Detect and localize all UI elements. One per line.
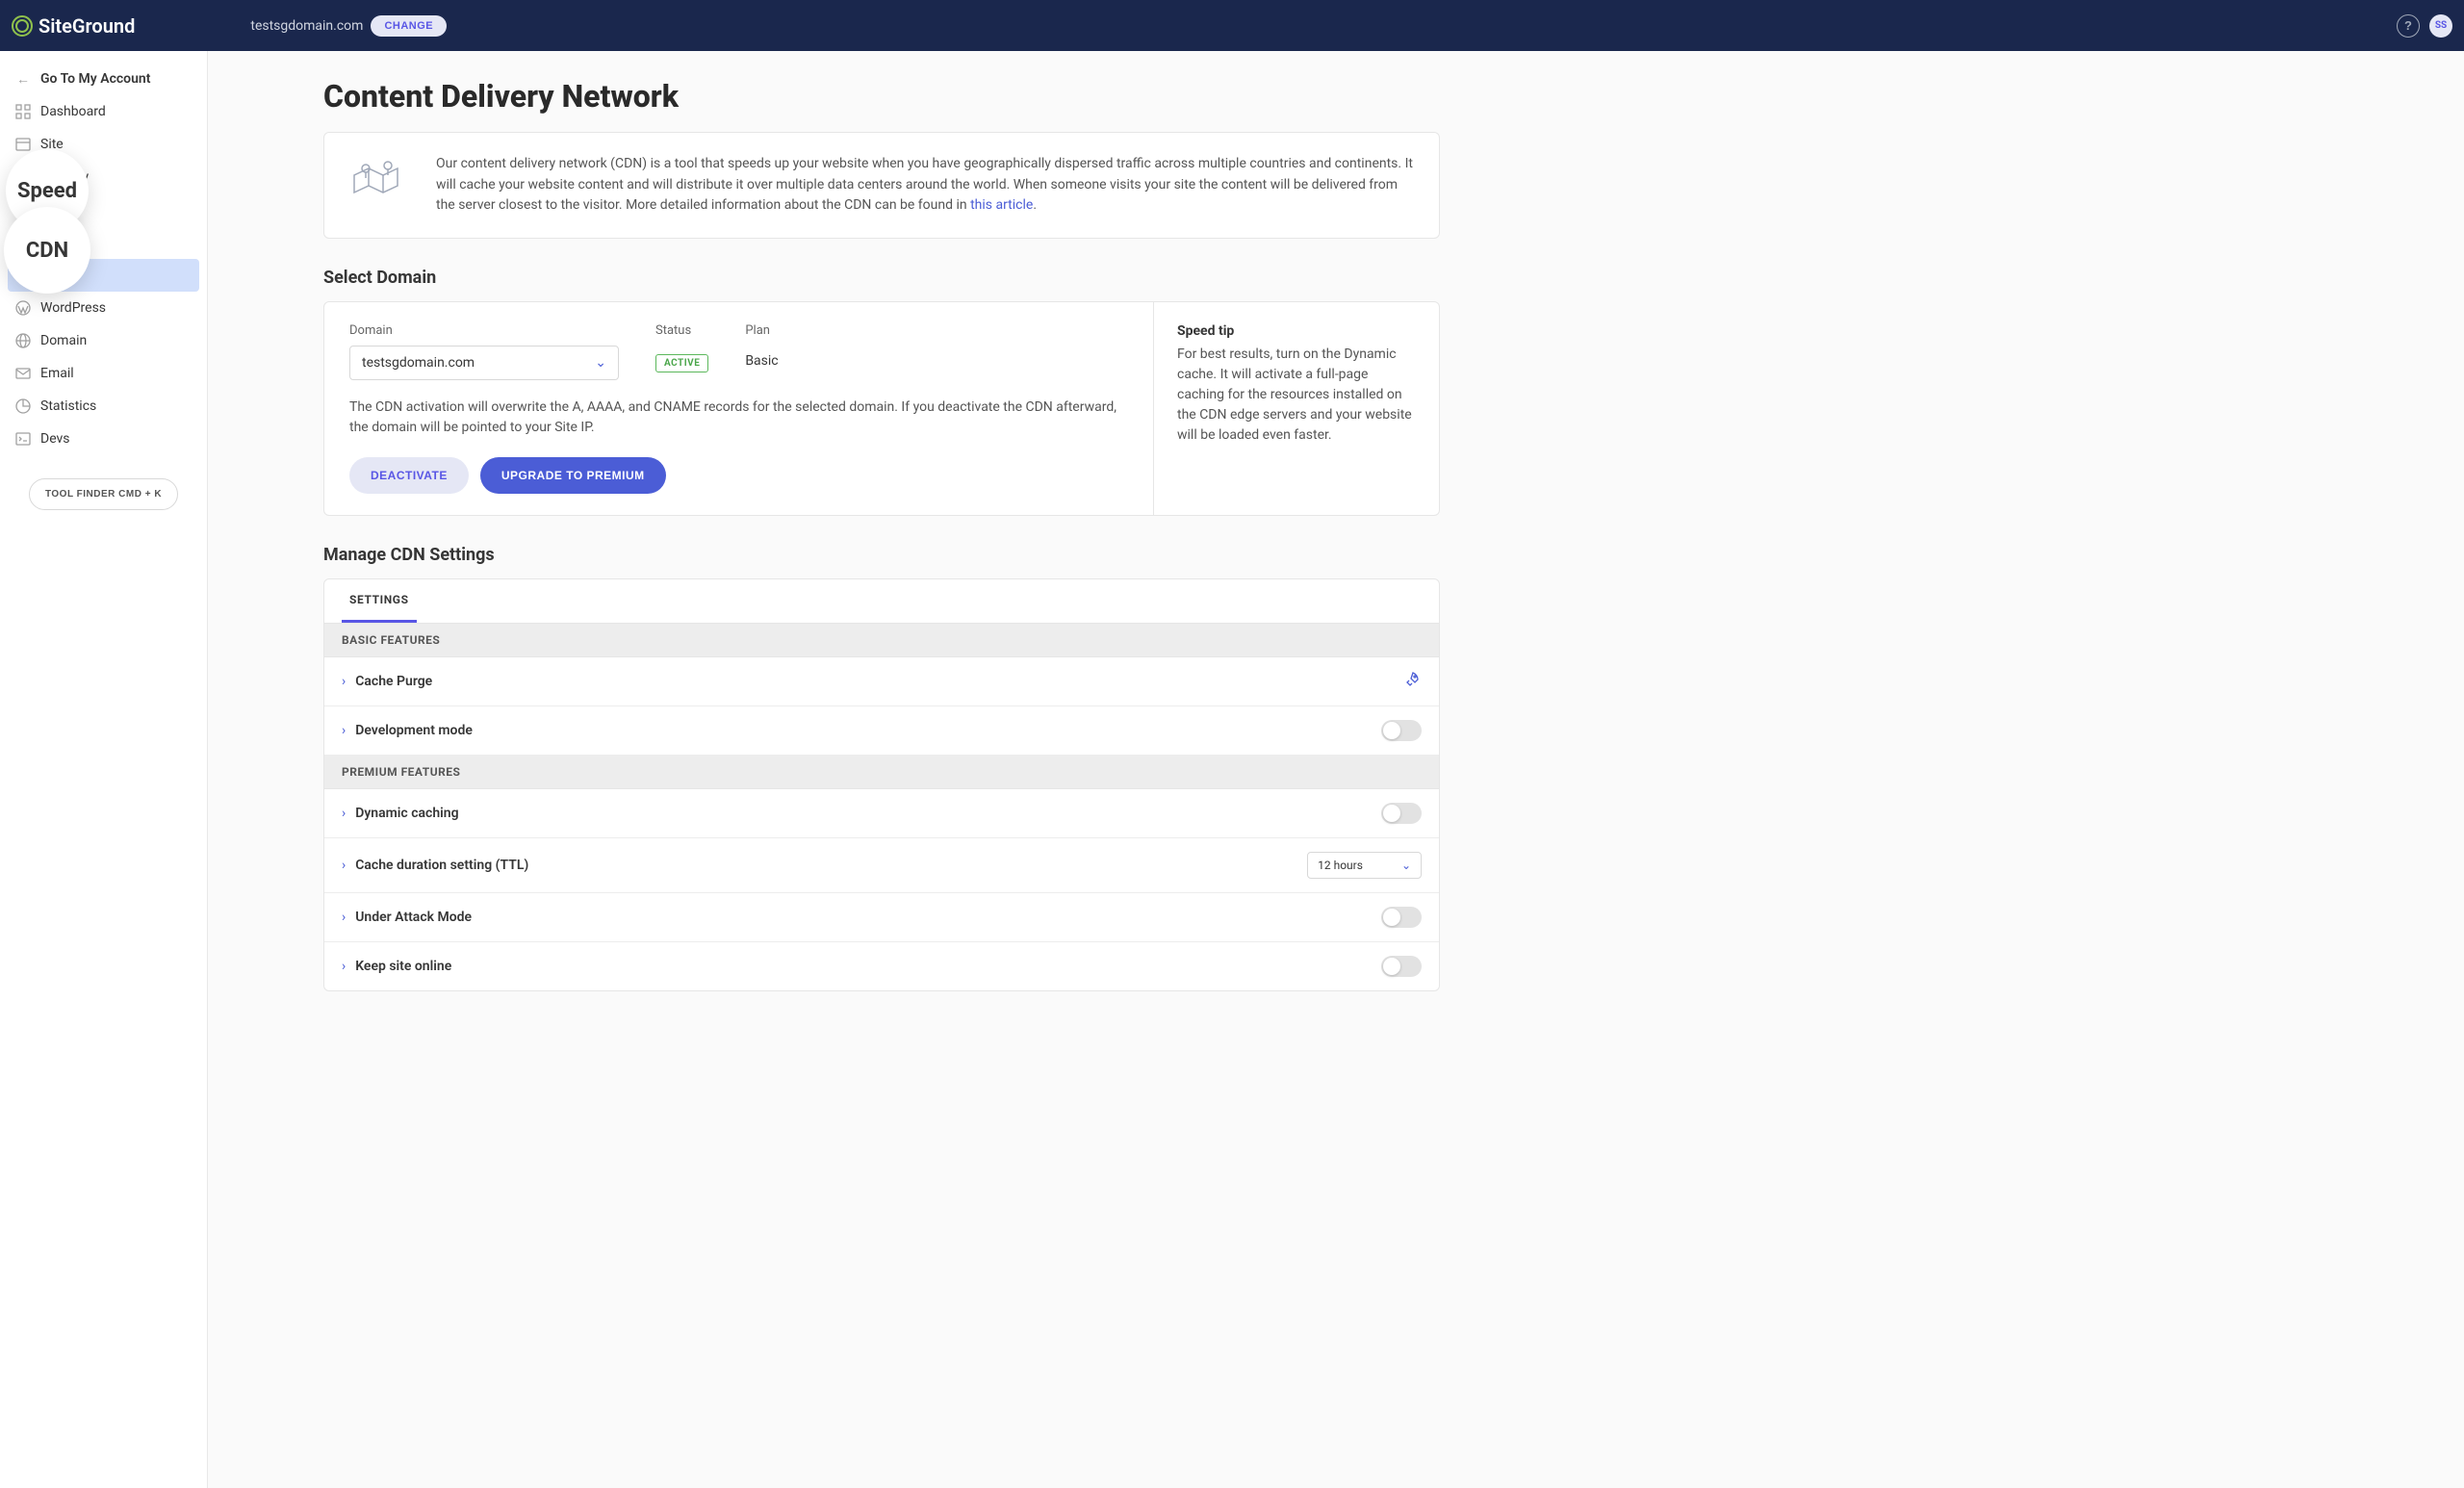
brand-name: SiteGround [38, 14, 135, 38]
sidebar-item-domain[interactable]: Domain [8, 324, 199, 357]
ttl-value: 12 hours [1318, 859, 1363, 872]
tip-text: For best results, turn on the Dynamic ca… [1177, 345, 1416, 446]
mail-icon [15, 366, 31, 381]
tool-finder-button[interactable]: TOOL FINDER CMD + K [29, 478, 178, 510]
activation-note: The CDN activation will overwrite the A,… [349, 398, 1128, 438]
select-domain-title: Select Domain [323, 268, 1440, 288]
sidebar-item-wordpress[interactable]: WordPress [8, 292, 199, 324]
tip-title: Speed tip [1177, 323, 1416, 339]
chevron-right-icon: › [342, 674, 346, 689]
sidebar-item-label: WordPress [40, 300, 106, 316]
chevron-right-icon: › [342, 723, 346, 738]
setting-cache-purge[interactable]: › Cache Purge [324, 657, 1439, 706]
callout-cdn: CDN [4, 207, 90, 294]
setting-keep-online[interactable]: › Keep site online [324, 942, 1439, 990]
chevron-right-icon: › [342, 806, 346, 821]
avatar[interactable]: SS [2429, 14, 2452, 38]
tab-settings[interactable]: SETTINGS [342, 579, 417, 623]
ttl-select[interactable]: 12 hours ⌄ [1307, 852, 1422, 879]
domain-select[interactable]: testsgdomain.com ⌄ [349, 346, 619, 380]
setting-dynamic-caching[interactable]: › Dynamic caching [324, 789, 1439, 838]
change-domain-button[interactable]: CHANGE [371, 15, 447, 37]
setting-ttl[interactable]: › Cache duration setting (TTL) 12 hours … [324, 838, 1439, 893]
intro-link[interactable]: this article [970, 197, 1033, 213]
setting-dev-mode[interactable]: › Development mode [324, 706, 1439, 756]
rocket-icon[interactable] [1404, 671, 1422, 692]
chevron-right-icon: › [342, 910, 346, 925]
sidebar-back[interactable]: ← Go To My Account [8, 63, 199, 95]
sidebar-item-label: Devs [40, 431, 70, 447]
manage-title: Manage CDN Settings [323, 545, 1440, 565]
chevron-down-icon: ⌄ [1401, 859, 1411, 872]
pie-icon [15, 398, 31, 414]
sidebar-item-label: Domain [40, 333, 87, 348]
chevron-down-icon: ⌄ [595, 355, 606, 371]
arrow-left-icon: ← [15, 71, 31, 87]
toggle-dev-mode[interactable] [1381, 720, 1422, 741]
sidebar-item-label: Email [40, 366, 74, 381]
sidebar-back-label: Go To My Account [40, 71, 150, 87]
sidebar-item-devs[interactable]: Devs [8, 423, 199, 455]
sidebar-item-statistics[interactable]: Statistics [8, 390, 199, 423]
domain-label: Domain [349, 323, 619, 338]
setting-under-attack[interactable]: › Under Attack Mode [324, 893, 1439, 942]
page-title: Content Delivery Network [323, 78, 1440, 115]
sidebar-item-label: Statistics [40, 398, 96, 414]
map-icon [349, 154, 407, 202]
plan-value: Basic [745, 346, 778, 369]
toggle-dynamic-caching[interactable] [1381, 803, 1422, 824]
chevron-right-icon: › [342, 959, 346, 974]
toggle-under-attack[interactable] [1381, 907, 1422, 928]
sidebar-item-dashboard[interactable]: Dashboard [8, 95, 199, 128]
premium-features-header: PREMIUM FEATURES [324, 756, 1439, 789]
logo-icon [12, 15, 33, 37]
browser-icon [15, 137, 31, 152]
sidebar-item-email[interactable]: Email [8, 357, 199, 390]
status-label: Status [655, 323, 708, 338]
status-badge: ACTIVE [655, 354, 708, 372]
sidebar-item-label: Dashboard [40, 104, 106, 119]
plan-label: Plan [745, 323, 778, 338]
help-icon[interactable]: ? [2397, 14, 2420, 38]
terminal-icon [15, 431, 31, 447]
basic-features-header: BASIC FEATURES [324, 624, 1439, 657]
globe-icon [15, 333, 31, 348]
wordpress-icon [15, 300, 31, 316]
sidebar: ← Go To My Account Dashboard Site Securi… [0, 51, 208, 1488]
intro-text: Our content delivery network (CDN) is a … [436, 154, 1414, 217]
brand-logo[interactable]: SiteGround [12, 14, 135, 38]
toggle-keep-online[interactable] [1381, 956, 1422, 977]
deactivate-button[interactable]: DEACTIVATE [349, 457, 469, 494]
grid-icon [15, 104, 31, 119]
chevron-right-icon: › [342, 858, 346, 873]
current-domain: testsgdomain.com [250, 18, 363, 34]
upgrade-button[interactable]: UPGRADE TO PREMIUM [480, 457, 666, 494]
domain-select-value: testsgdomain.com [362, 355, 475, 371]
intro-card: Our content delivery network (CDN) is a … [323, 132, 1440, 239]
